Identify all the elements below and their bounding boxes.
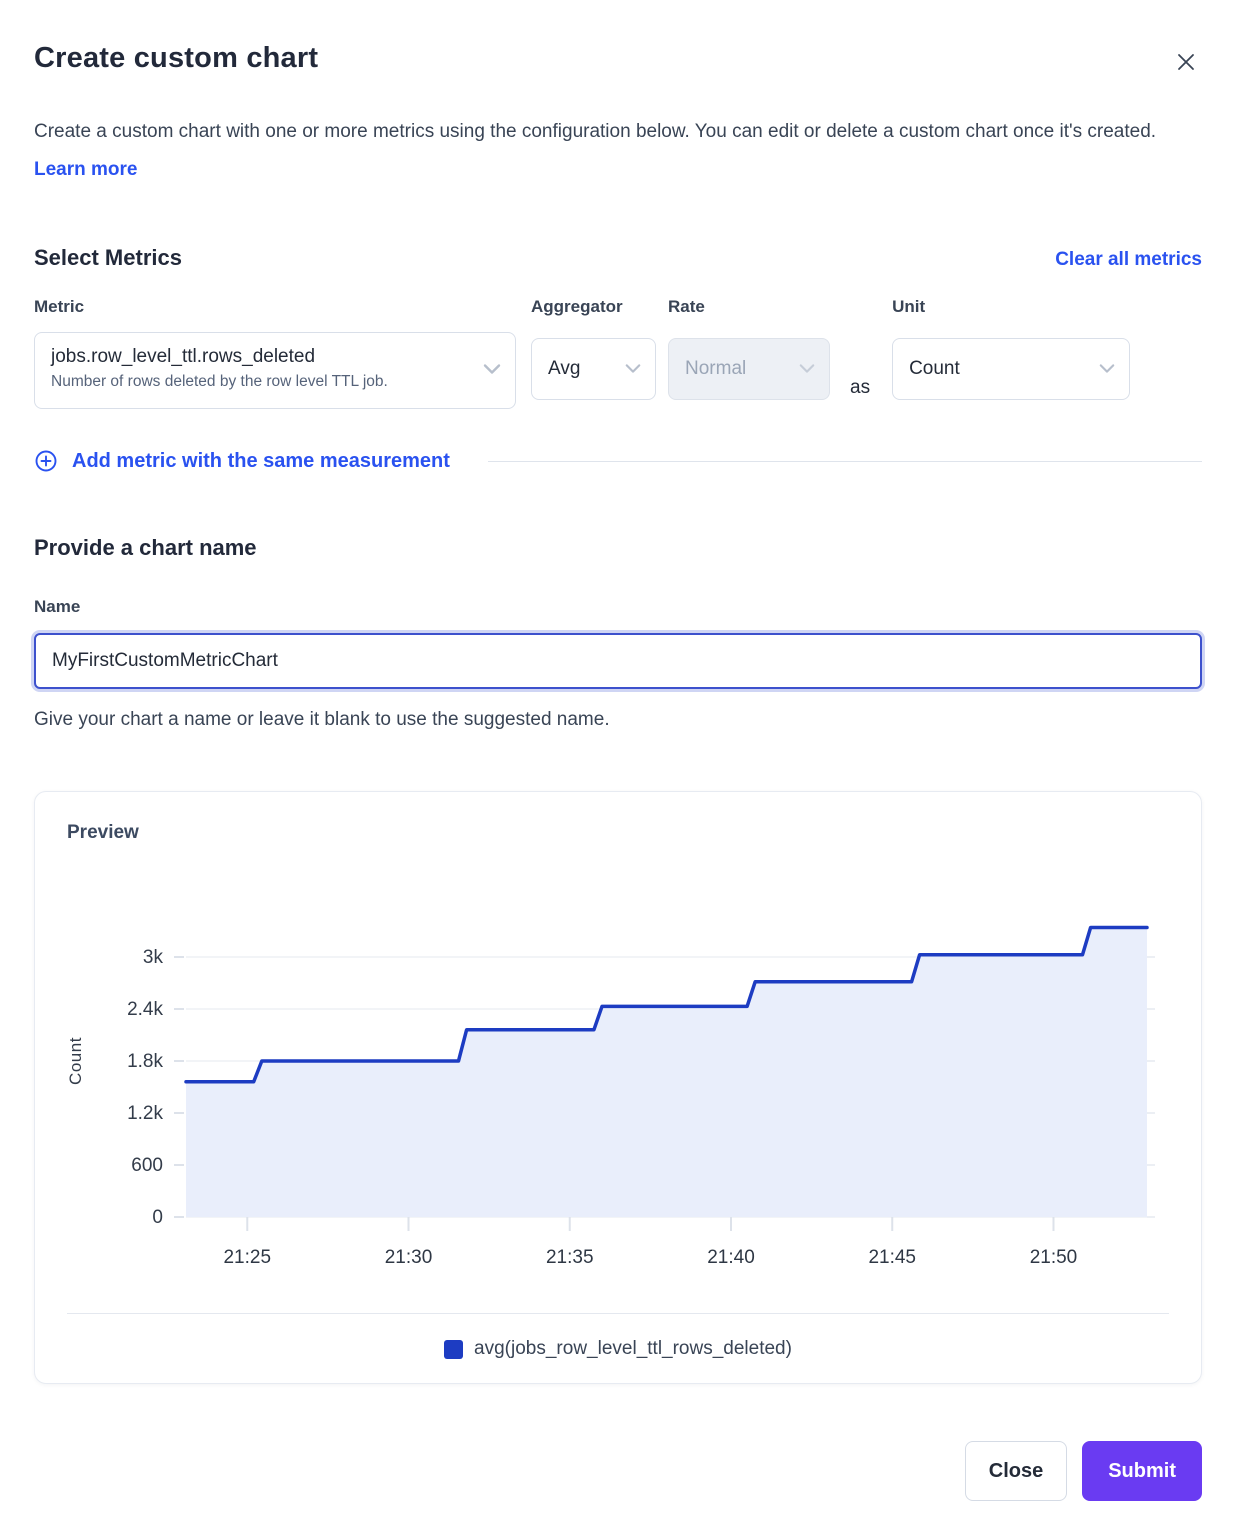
dialog-header: Create custom chart <box>34 42 1202 81</box>
chevron-down-icon <box>1099 358 1115 380</box>
aggregator-label: Aggregator <box>531 297 656 317</box>
legend-series-label: avg(jobs_row_level_ttl_rows_deleted) <box>474 1338 792 1360</box>
chevron-down-icon <box>799 358 815 380</box>
metric-config-row: Metric jobs.row_level_ttl.rows_deleted N… <box>34 297 1202 409</box>
y-tick-label: 2.4k <box>127 999 163 1020</box>
rate-column: Rate Normal <box>668 297 830 409</box>
series-area <box>186 928 1147 1218</box>
add-metric-button[interactable]: Add metric with the same measurement <box>34 449 450 473</box>
legend-divider <box>67 1313 1169 1314</box>
learn-more-link[interactable]: Learn more <box>34 159 137 180</box>
intro-text-body: Create a custom chart with one or more m… <box>34 121 1156 142</box>
metric-label: Metric <box>34 297 516 317</box>
aggregator-select[interactable]: Avg <box>531 338 656 400</box>
add-metric-label: Add metric with the same measurement <box>72 450 450 473</box>
x-tick-label: 21:25 <box>223 1247 271 1268</box>
as-text: as <box>830 377 892 409</box>
add-metric-row: Add metric with the same measurement <box>34 449 1202 473</box>
x-tick-label: 21:45 <box>868 1247 916 1268</box>
x-tick-label: 21:50 <box>1030 1247 1078 1268</box>
divider <box>488 461 1202 462</box>
unit-column: Unit Count <box>892 297 1130 409</box>
chart-name-heading: Provide a chart name <box>34 535 1202 561</box>
rate-select-value: Normal <box>685 358 746 380</box>
page-title: Create custom chart <box>34 42 318 75</box>
chevron-down-icon <box>483 362 501 380</box>
chart-name-input[interactable] <box>34 633 1202 689</box>
metric-select-value: jobs.row_level_ttl.rows_deleted <box>51 344 473 370</box>
y-tick-label: 3k <box>143 947 164 968</box>
name-helper-text: Give your chart a name or leave it blank… <box>34 709 1202 731</box>
y-tick-label: 1.2k <box>127 1103 163 1124</box>
aggregator-select-value: Avg <box>548 358 580 380</box>
clear-all-metrics-link[interactable]: Clear all metrics <box>1055 249 1202 271</box>
unit-select-value: Count <box>909 358 960 380</box>
y-axis-title: Count <box>67 1037 85 1085</box>
select-metrics-heading: Select Metrics <box>34 245 182 271</box>
close-dialog-button[interactable]: Close <box>965 1441 1067 1501</box>
chart-legend: avg(jobs_row_level_ttl_rows_deleted) <box>67 1338 1169 1360</box>
metric-select-description: Number of rows deleted by the row level … <box>51 370 473 394</box>
close-icon <box>1174 62 1198 77</box>
submit-button[interactable]: Submit <box>1082 1441 1202 1501</box>
metric-column: Metric jobs.row_level_ttl.rows_deleted N… <box>34 297 516 409</box>
y-tick-label: 600 <box>131 1155 163 1176</box>
unit-select[interactable]: Count <box>892 338 1130 400</box>
intro-text: Create a custom chart with one or more m… <box>34 113 1202 189</box>
preview-heading: Preview <box>67 822 1169 844</box>
preview-chart-svg: 21:25 21:30 21:35 21:40 21:45 21:50 0 600 1.2k 1.… <box>67 893 1169 1273</box>
plus-circle-icon <box>34 449 58 473</box>
name-label: Name <box>34 597 1202 617</box>
x-tick-label: 21:30 <box>385 1247 433 1268</box>
dialog-footer: Close Submit <box>34 1441 1202 1501</box>
aggregator-column: Aggregator Avg <box>531 297 656 409</box>
create-custom-chart-dialog: Create custom chart Create a custom char… <box>0 0 1236 1538</box>
legend-swatch <box>444 1340 463 1359</box>
unit-label: Unit <box>892 297 1130 317</box>
y-tick-label: 0 <box>152 1207 163 1228</box>
metric-select[interactable]: jobs.row_level_ttl.rows_deleted Number o… <box>34 332 516 409</box>
preview-panel: Preview 21:25 21:30 21:35 21:40 21:45 21:50 0 6… <box>34 791 1202 1384</box>
rate-label: Rate <box>668 297 830 317</box>
x-tick-label: 21:40 <box>707 1247 755 1268</box>
close-button[interactable] <box>1170 46 1202 81</box>
y-tick-label: 1.8k <box>127 1051 163 1072</box>
rate-select: Normal <box>668 338 830 400</box>
select-metrics-header: Select Metrics Clear all metrics <box>34 245 1202 271</box>
chevron-down-icon <box>625 358 641 380</box>
x-tick-label: 21:35 <box>546 1247 594 1268</box>
